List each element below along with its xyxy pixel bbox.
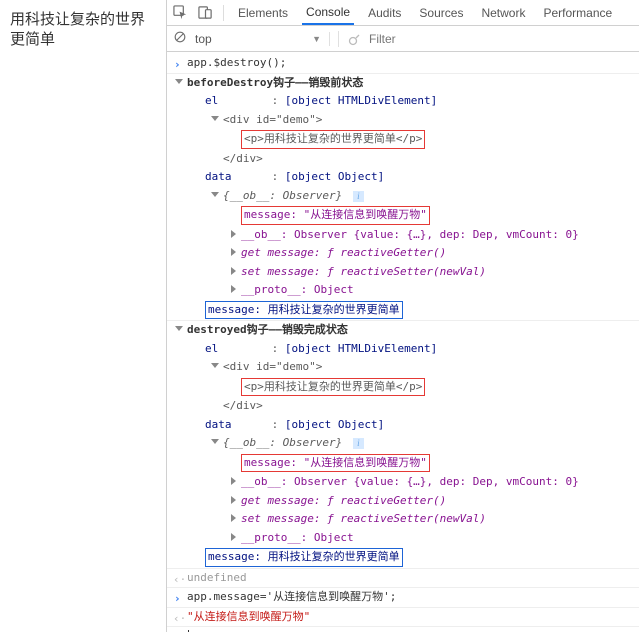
triangle-down-icon: [211, 439, 219, 444]
clear-console-icon[interactable]: [173, 30, 187, 47]
tab-sources[interactable]: Sources: [415, 2, 467, 24]
field-el: el : [object HTMLDivElement]: [167, 92, 639, 111]
triangle-down-icon: [211, 116, 219, 121]
devtools-tabbar: Elements Console Audits Sources Network …: [167, 0, 639, 26]
tab-network[interactable]: Network: [477, 2, 529, 24]
filter-input[interactable]: [369, 32, 633, 46]
result-line: ‹· "从连接信息到唤醒万物": [167, 608, 639, 628]
field-el: el : [object HTMLDivElement]: [167, 340, 639, 359]
data-proto[interactable]: __proto__: Object: [167, 529, 639, 548]
context-value: top: [195, 32, 212, 46]
data-proto[interactable]: __proto__: Object: [167, 281, 639, 300]
data-ob[interactable]: __ob__: Observer {value: {…}, dep: Dep, …: [167, 226, 639, 245]
info-badge-icon: i: [353, 191, 364, 202]
triangle-down-icon: [175, 79, 183, 84]
data-get[interactable]: get message: ƒ reactiveGetter(): [167, 244, 639, 263]
tab-elements[interactable]: Elements: [234, 2, 292, 24]
inspect-icon[interactable]: [173, 5, 188, 20]
devtools: Elements Console Audits Sources Network …: [167, 0, 639, 632]
el-close: </div>: [167, 150, 639, 169]
triangle-right-icon: [231, 230, 236, 238]
console-subbar: top ▼: [167, 26, 639, 52]
field-message: message: 用科技让复杂的世界更简单: [167, 300, 639, 322]
el-child: <p>用科技让复杂的世界更简单</p>: [167, 377, 639, 398]
triangle-down-icon: [175, 326, 183, 331]
cmd-text: app.message='从连接信息到唤醒万物';: [187, 590, 396, 603]
data-set[interactable]: set message: ƒ reactiveSetter(newVal): [167, 510, 639, 529]
prompt-icon: ›: [174, 591, 181, 608]
data-obj[interactable]: {__ob__: Observer} i: [167, 187, 639, 206]
el-close: </div>: [167, 397, 639, 416]
el-child: <p>用科技让复杂的世界更简单</p>: [167, 129, 639, 150]
data-obj[interactable]: {__ob__: Observer} i: [167, 434, 639, 453]
result-icon: ‹·: [173, 572, 186, 589]
app-text: 用科技让复杂的世界更简单: [10, 10, 156, 49]
filter-icon[interactable]: [347, 30, 361, 47]
hook-title: destroyed钩子——销毁完成状态: [187, 323, 348, 336]
result-line: ‹· undefined: [167, 569, 639, 589]
hook-title: beforeDestroy钩子——销毁前状态: [187, 76, 363, 89]
info-badge-icon: i: [353, 438, 364, 449]
page-content: 用科技让复杂的世界更简单: [0, 0, 167, 632]
el-expanded[interactable]: <div id="demo">: [167, 358, 639, 377]
triangle-right-icon: [231, 267, 236, 275]
triangle-right-icon: [231, 248, 236, 256]
el-expanded[interactable]: <div id="demo">: [167, 111, 639, 130]
triangle-right-icon: [231, 514, 236, 522]
field-data: data : [object Object]: [167, 168, 639, 187]
data-get[interactable]: get message: ƒ reactiveGetter(): [167, 492, 639, 511]
triangle-down-icon: [211, 192, 219, 197]
field-data: data : [object Object]: [167, 416, 639, 435]
console-input-line: › app.$destroy();: [167, 54, 639, 74]
console-input-line: › app.message='从连接信息到唤醒万物';: [167, 588, 639, 608]
data-ob[interactable]: __ob__: Observer {value: {…}, dep: Dep, …: [167, 473, 639, 492]
data-message: message: "从连接信息到唤醒万物": [167, 453, 639, 474]
triangle-right-icon: [231, 477, 236, 485]
triangle-right-icon: [231, 285, 236, 293]
triangle-right-icon: [231, 533, 236, 541]
result-icon: ‹·: [173, 611, 186, 628]
context-select[interactable]: top ▼: [195, 32, 330, 46]
triangle-right-icon: [231, 496, 236, 504]
tab-audits[interactable]: Audits: [364, 2, 405, 24]
tab-performance[interactable]: Performance: [539, 2, 616, 24]
device-icon[interactable]: [198, 5, 213, 20]
triangle-down-icon: [211, 363, 219, 368]
console-prompt[interactable]: ›: [167, 627, 639, 632]
hook-header[interactable]: destroyed钩子——销毁完成状态: [167, 321, 639, 340]
cmd-text: app.$destroy();: [187, 56, 286, 69]
chevron-down-icon: ▼: [312, 34, 321, 44]
data-set[interactable]: set message: ƒ reactiveSetter(newVal): [167, 263, 639, 282]
tab-console[interactable]: Console: [302, 1, 354, 25]
hook-header[interactable]: beforeDestroy钩子——销毁前状态: [167, 74, 639, 93]
console-output: › app.$destroy(); beforeDestroy钩子——销毁前状态…: [167, 52, 639, 632]
data-message: message: "从连接信息到唤醒万物": [167, 205, 639, 226]
prompt-icon: ›: [174, 57, 181, 74]
field-message: message: 用科技让复杂的世界更简单: [167, 547, 639, 569]
